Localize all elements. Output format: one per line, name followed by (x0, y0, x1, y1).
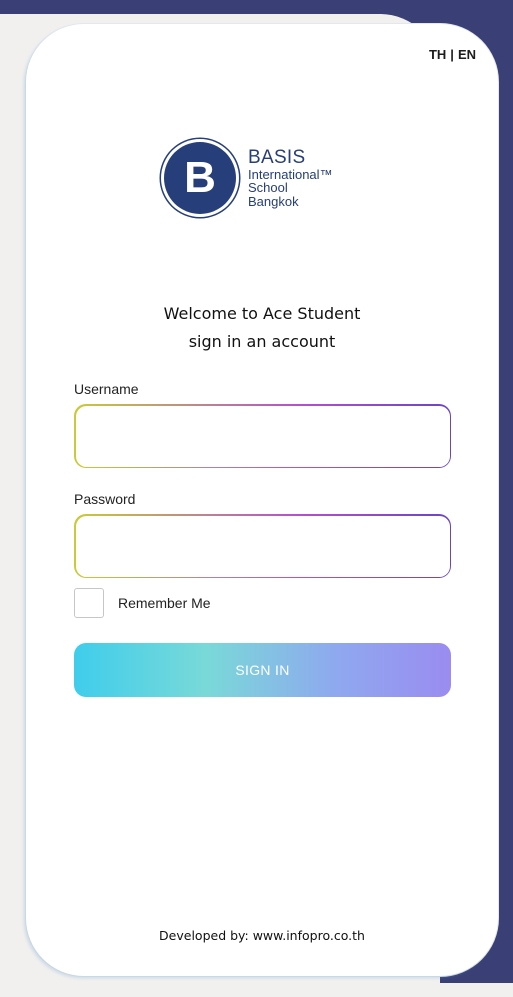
language-th-link[interactable]: TH (429, 47, 446, 62)
logo-line-1: BASIS (248, 146, 306, 168)
language-en-link[interactable]: EN (458, 47, 476, 62)
logo-line-3: School (248, 180, 288, 196)
logo-wordmark: BASIS International™ School Bangkok (248, 146, 333, 209)
welcome-heading: Welcome to Ace Student sign in an accoun… (26, 300, 498, 356)
language-switcher: TH | EN (429, 47, 476, 62)
developer-credit: Developed by: www.infopro.co.th (159, 928, 365, 943)
sign-in-button[interactable]: SIGN IN (74, 643, 451, 697)
username-field-border (74, 404, 451, 468)
password-label: Password (74, 491, 136, 507)
password-field-border (74, 514, 451, 578)
username-input[interactable] (75, 405, 450, 467)
password-input[interactable] (75, 515, 450, 577)
logo-line-2: International™ (248, 166, 333, 182)
welcome-line-2: sign in an account (188, 332, 336, 351)
phone-frame: TH | EN B BASIS International™ School Ba… (26, 24, 498, 976)
logo-b-icon: B (164, 142, 236, 214)
remember-me-checkbox[interactable] (74, 588, 104, 618)
language-separator: | (450, 47, 454, 62)
welcome-line-1: Welcome to Ace Student (163, 304, 361, 323)
remember-me-row: Remember Me (74, 588, 211, 618)
logo-line-4: Bangkok (248, 193, 299, 209)
username-label: Username (74, 381, 139, 397)
school-logo: B BASIS International™ School Bangkok (164, 142, 333, 214)
remember-me-label[interactable]: Remember Me (118, 595, 211, 611)
